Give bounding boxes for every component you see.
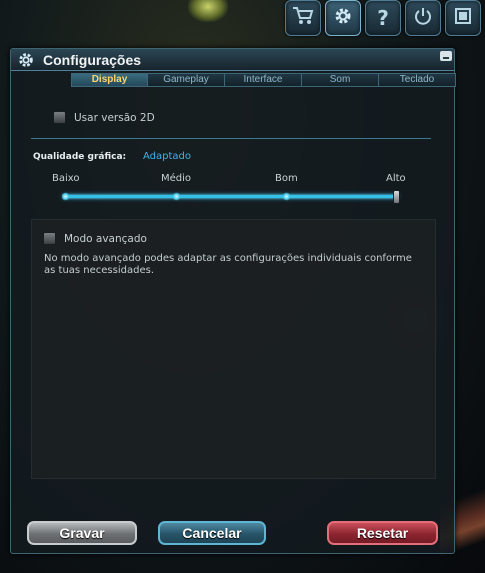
gear-icon — [17, 51, 35, 69]
panel-title: Configurações — [43, 51, 142, 68]
fullscreen-icon — [453, 6, 473, 31]
advanced-mode-description: No modo avançado podes adaptar as config… — [44, 253, 412, 276]
slider-tick — [283, 192, 290, 201]
quality-tick-good: Bom — [275, 173, 298, 184]
shop-button[interactable] — [285, 0, 321, 36]
use-2d-checkbox[interactable] — [53, 111, 66, 124]
settings-panel: Configurações Display Gameplay Interface… — [10, 48, 456, 554]
quality-slider-track[interactable] — [63, 195, 398, 198]
settings-button[interactable] — [325, 0, 361, 36]
settings-tabs: Display Gameplay Interface Som Teclado — [71, 73, 456, 87]
cancel-button[interactable]: Cancelar — [158, 521, 266, 545]
fullscreen-button[interactable] — [445, 0, 481, 36]
minimize-button[interactable] — [440, 51, 452, 61]
top-toolbar: ? — [285, 0, 481, 36]
quality-tick-medium: Médio — [161, 173, 192, 184]
slider-tick — [62, 192, 69, 201]
section-divider — [31, 138, 431, 139]
gear-icon — [333, 6, 353, 31]
advanced-mode-label: Modo avançado — [64, 232, 147, 245]
quality-label: Qualidade gráfica: — [33, 152, 127, 162]
power-icon — [413, 6, 433, 31]
advanced-mode-checkbox[interactable] — [43, 232, 56, 245]
quality-value: Adaptado — [143, 151, 192, 162]
help-button[interactable]: ? — [365, 0, 401, 36]
background-ship — [188, 0, 228, 22]
use-2d-label: Usar versão 2D — [74, 111, 155, 124]
quality-tick-low: Baixo — [52, 173, 80, 184]
tab-sound[interactable]: Som — [302, 73, 379, 87]
quality-tick-high: Alto — [386, 173, 406, 184]
help-icon: ? — [377, 6, 389, 30]
save-button[interactable]: Gravar — [27, 521, 137, 545]
tab-interface[interactable]: Interface — [225, 73, 302, 87]
tab-display[interactable]: Display — [71, 73, 148, 87]
panel-header: Configurações — [11, 49, 454, 71]
use-2d-option: Usar versão 2D — [53, 111, 155, 124]
power-button[interactable] — [405, 0, 441, 36]
advanced-mode-section: Modo avançado No modo avançado podes ada… — [31, 219, 436, 479]
advanced-mode-option: Modo avançado — [43, 232, 147, 245]
tab-keyboard[interactable]: Teclado — [379, 73, 456, 87]
shopping-cart-icon — [292, 6, 314, 31]
reset-button[interactable]: Resetar — [327, 521, 438, 545]
slider-tick — [173, 192, 180, 201]
quality-slider-handle[interactable] — [393, 190, 400, 204]
tab-gameplay[interactable]: Gameplay — [148, 73, 225, 87]
